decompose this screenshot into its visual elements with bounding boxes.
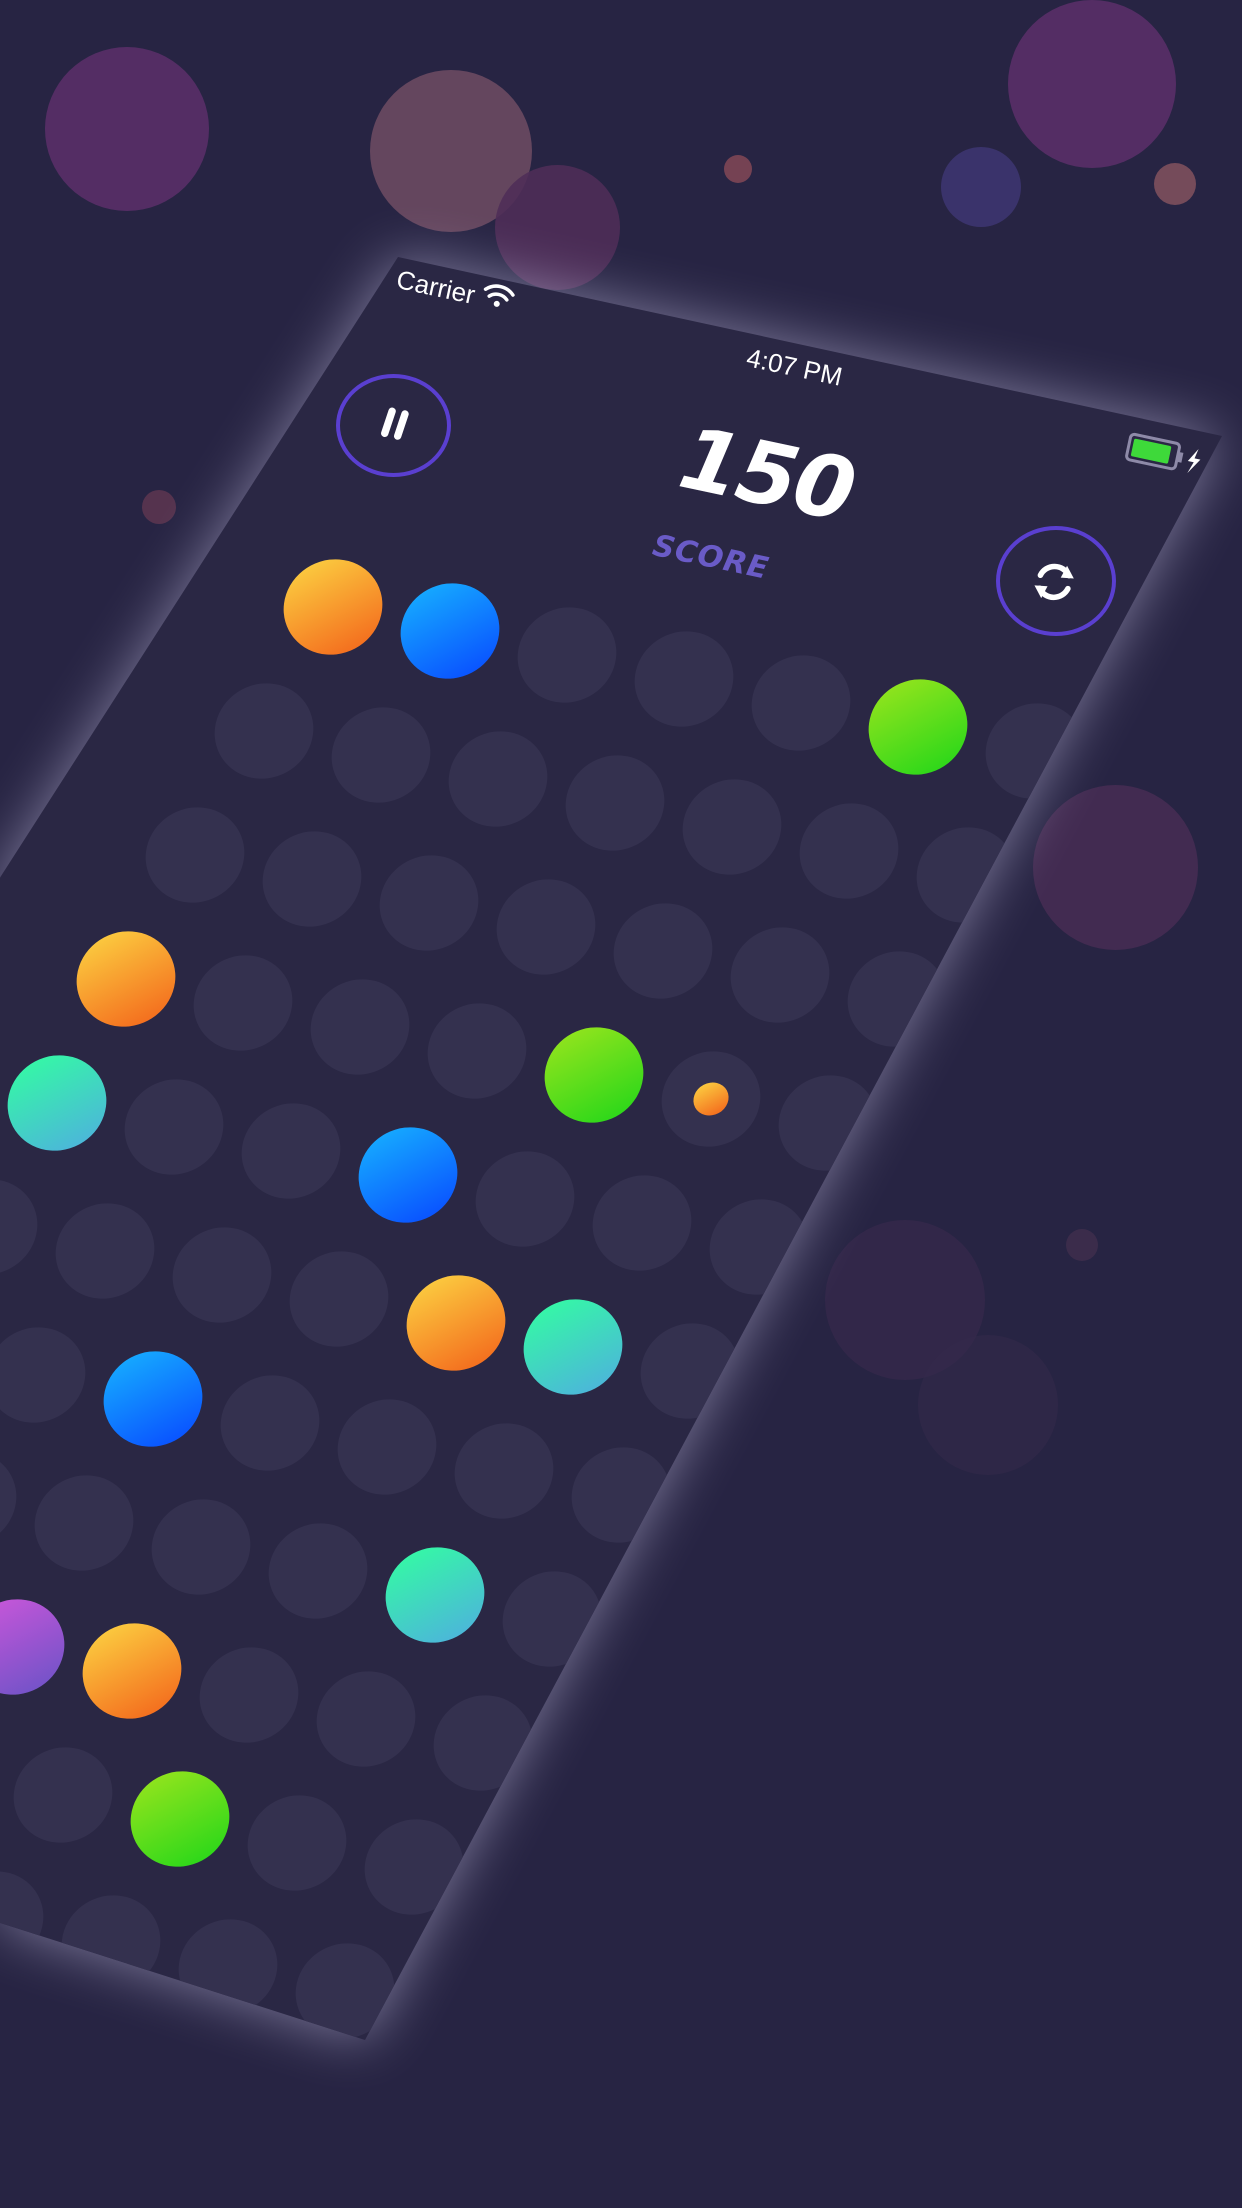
pause-button[interactable] xyxy=(336,374,451,477)
game-scene: Carrier 4:07 PM 150 SCORE xyxy=(0,0,1242,2208)
restart-icon xyxy=(1034,563,1074,601)
phone-screen xyxy=(0,257,1222,2040)
pause-icon xyxy=(381,407,409,440)
restart-button[interactable] xyxy=(996,526,1116,636)
